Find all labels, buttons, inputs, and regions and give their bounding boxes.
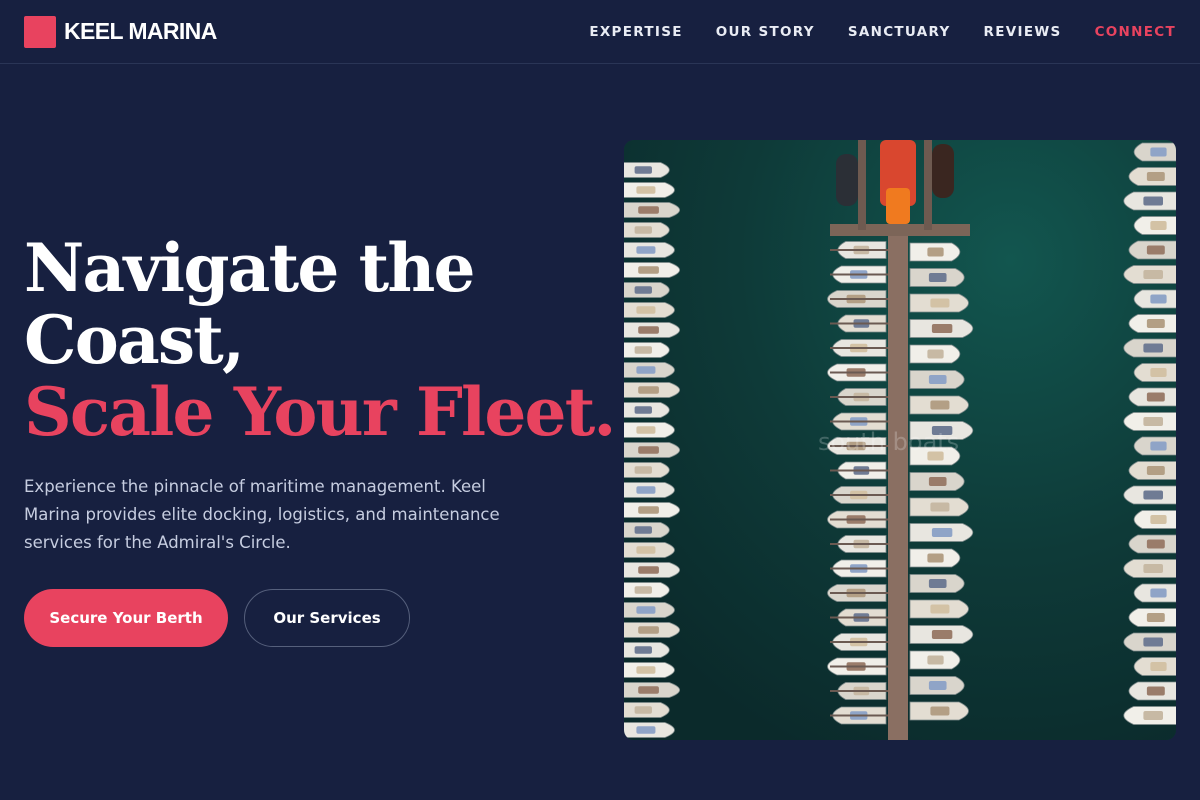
- hero-title-line-2: Coast,: [24, 301, 245, 379]
- nav-expertise[interactable]: EXPERTISE: [589, 24, 682, 40]
- hero-title: Navigate the Coast, Scale Your Fleet.: [24, 229, 616, 451]
- nav-our-story[interactable]: OUR STORY: [716, 24, 815, 40]
- nav-reviews[interactable]: REVIEWS: [984, 24, 1062, 40]
- hero-title-accent: Scale Your Fleet.: [24, 373, 616, 451]
- secure-berth-button[interactable]: Secure Your Berth: [24, 589, 228, 647]
- hero-actions: Secure Your Berth Our Services: [24, 589, 410, 647]
- main-nav: EXPERTISE OUR STORY SANCTUARY REVIEWS CO…: [589, 24, 1176, 40]
- image-watermark: south boats: [818, 428, 960, 456]
- hero-image: south boats: [624, 140, 1176, 740]
- brand[interactable]: KEEL MARINA: [24, 15, 217, 48]
- site-header: KEEL MARINA EXPERTISE OUR STORY SANCTUAR…: [0, 0, 1200, 64]
- our-services-button[interactable]: Our Services: [244, 589, 410, 647]
- square-logo-icon: [24, 15, 56, 48]
- hero-title-line-1: Navigate the: [24, 229, 476, 307]
- hero-description: Experience the pinnacle of maritime mana…: [24, 477, 500, 552]
- brand-name: KEEL MARINA: [64, 18, 217, 44]
- nav-sanctuary[interactable]: SANCTUARY: [848, 24, 951, 40]
- nav-connect[interactable]: CONNECT: [1095, 24, 1176, 40]
